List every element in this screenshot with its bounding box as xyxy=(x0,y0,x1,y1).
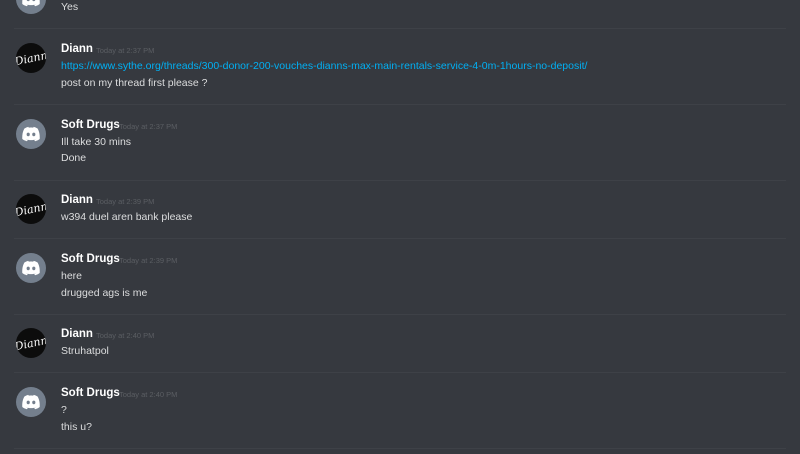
message-text: Done xyxy=(61,152,87,164)
avatar[interactable]: Diann xyxy=(16,194,46,224)
discord-logo-icon xyxy=(16,387,46,417)
diann-logo-icon: Diann xyxy=(16,49,46,69)
message-link[interactable]: https://www.sythe.org/threads/300-donor-… xyxy=(61,60,587,72)
avatar[interactable] xyxy=(16,253,46,283)
svg-text:Diann: Diann xyxy=(16,49,46,69)
timestamp: Today at 2:37 PM xyxy=(96,46,155,55)
divider xyxy=(14,372,786,373)
message-text: this u? xyxy=(61,421,92,433)
message-text: Yes xyxy=(61,1,79,13)
username[interactable]: Diann xyxy=(61,43,93,55)
avatar[interactable]: Diann xyxy=(16,43,46,73)
svg-text:Diann: Diann xyxy=(16,200,46,220)
discord-logo-icon xyxy=(16,0,46,14)
divider xyxy=(14,238,786,239)
avatar[interactable] xyxy=(16,0,46,14)
username[interactable]: Soft Drugs xyxy=(61,253,120,265)
discord-logo-icon xyxy=(16,253,46,283)
message-text: Struhatpol xyxy=(61,345,109,357)
timestamp: Today at 2:37 PM xyxy=(119,122,178,131)
divider xyxy=(14,314,786,315)
message-text: w394 duel aren bank please xyxy=(61,211,193,223)
username[interactable]: Diann xyxy=(61,194,93,206)
message-text: drugged ags is me xyxy=(61,287,148,299)
divider xyxy=(14,28,786,29)
timestamp: Today at 2:40 PM xyxy=(96,331,155,340)
username[interactable]: Soft Drugs xyxy=(61,387,120,399)
message-text: Ill take 30 mins xyxy=(61,136,132,148)
discord-logo-icon xyxy=(16,119,46,149)
avatar[interactable]: Diann xyxy=(16,328,46,358)
divider xyxy=(14,448,786,449)
message-text: post on my thread first please ? xyxy=(61,77,208,89)
username[interactable]: Diann xyxy=(61,328,93,340)
avatar[interactable] xyxy=(16,119,46,149)
timestamp: Today at 2:39 PM xyxy=(119,256,178,265)
message-text: here xyxy=(61,270,83,282)
timestamp: Today at 2:39 PM xyxy=(96,197,155,206)
diann-logo-icon: Diann xyxy=(16,200,46,220)
timestamp: Today at 2:40 PM xyxy=(119,390,178,399)
diann-logo-icon: Diann xyxy=(16,334,46,354)
svg-text:Diann: Diann xyxy=(16,334,46,354)
divider xyxy=(14,104,786,105)
divider xyxy=(14,180,786,181)
chat-messages[interactable]: Yes Diann Diann Today at 2:37 PM https:/… xyxy=(0,0,800,454)
message-text: ? xyxy=(61,404,67,416)
avatar[interactable] xyxy=(16,387,46,417)
username[interactable]: Soft Drugs xyxy=(61,119,120,131)
